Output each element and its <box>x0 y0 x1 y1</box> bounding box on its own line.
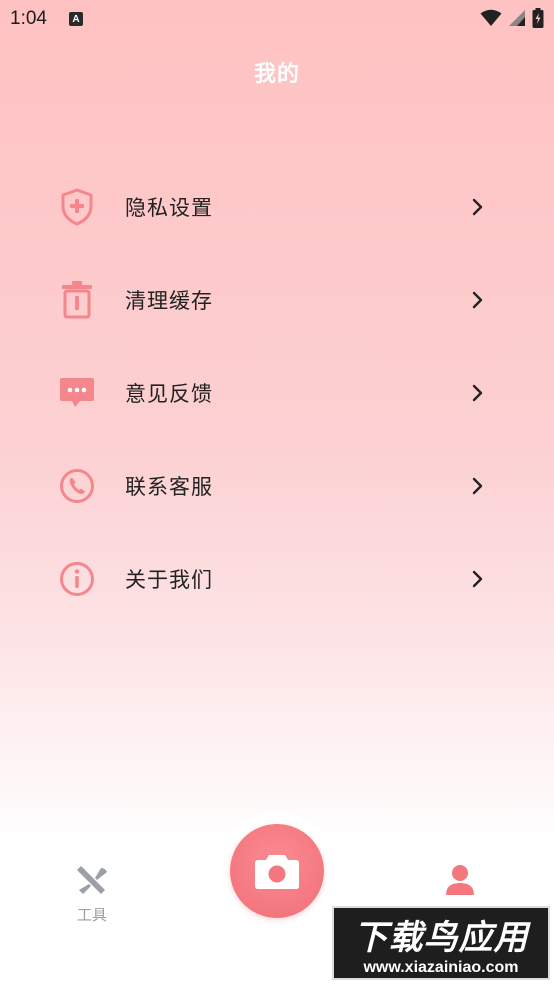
camera-button[interactable] <box>230 824 324 918</box>
signal-icon <box>509 10 525 26</box>
status-time: 1:04 <box>10 8 47 29</box>
status-bar: 1:04 A <box>0 0 554 38</box>
page-title: 我的 <box>253 62 300 87</box>
notification-badge: A <box>68 12 83 26</box>
user-icon <box>446 865 474 895</box>
shield-plus-icon <box>58 188 96 226</box>
chevron-right-icon <box>472 570 483 587</box>
wifi-icon <box>480 9 502 26</box>
tab-tools[interactable]: 工具 <box>62 864 122 934</box>
trash-icon <box>58 280 96 319</box>
tools-icon <box>77 866 107 894</box>
watermark-logo: 下载鸟应用 www.xiazainiao.com <box>332 906 550 980</box>
chevron-right-icon <box>472 384 483 401</box>
chevron-right-icon <box>472 291 483 308</box>
menu-item-label: 清理缓存 <box>125 288 213 313</box>
chevron-right-icon <box>472 198 483 215</box>
info-icon <box>58 560 96 598</box>
menu-item-feedback[interactable]: 意见反馈 <box>0 346 554 439</box>
menu-item-about-us[interactable]: 关于我们 <box>0 532 554 625</box>
tab-tools-label: 工具 <box>76 906 107 924</box>
menu-item-customer-service[interactable]: 联系客服 <box>0 439 554 532</box>
camera-icon <box>255 855 299 889</box>
menu-item-label: 联系客服 <box>125 474 213 499</box>
chat-bubble-icon <box>58 374 96 412</box>
phone-icon <box>58 467 96 505</box>
menu-item-label: 关于我们 <box>125 567 213 592</box>
battery-charging-icon <box>532 8 544 28</box>
menu-item-privacy-settings[interactable]: 隐私设置 <box>0 160 554 253</box>
menu-item-clear-cache[interactable]: 清理缓存 <box>0 253 554 346</box>
watermark-url: www.xiazainiao.com <box>363 958 519 976</box>
status-icons <box>480 8 544 28</box>
menu-item-label: 意见反馈 <box>125 381 213 406</box>
chevron-right-icon <box>472 477 483 494</box>
menu-item-label: 隐私设置 <box>125 195 213 220</box>
watermark-title: 下载鸟应用 <box>353 917 529 958</box>
